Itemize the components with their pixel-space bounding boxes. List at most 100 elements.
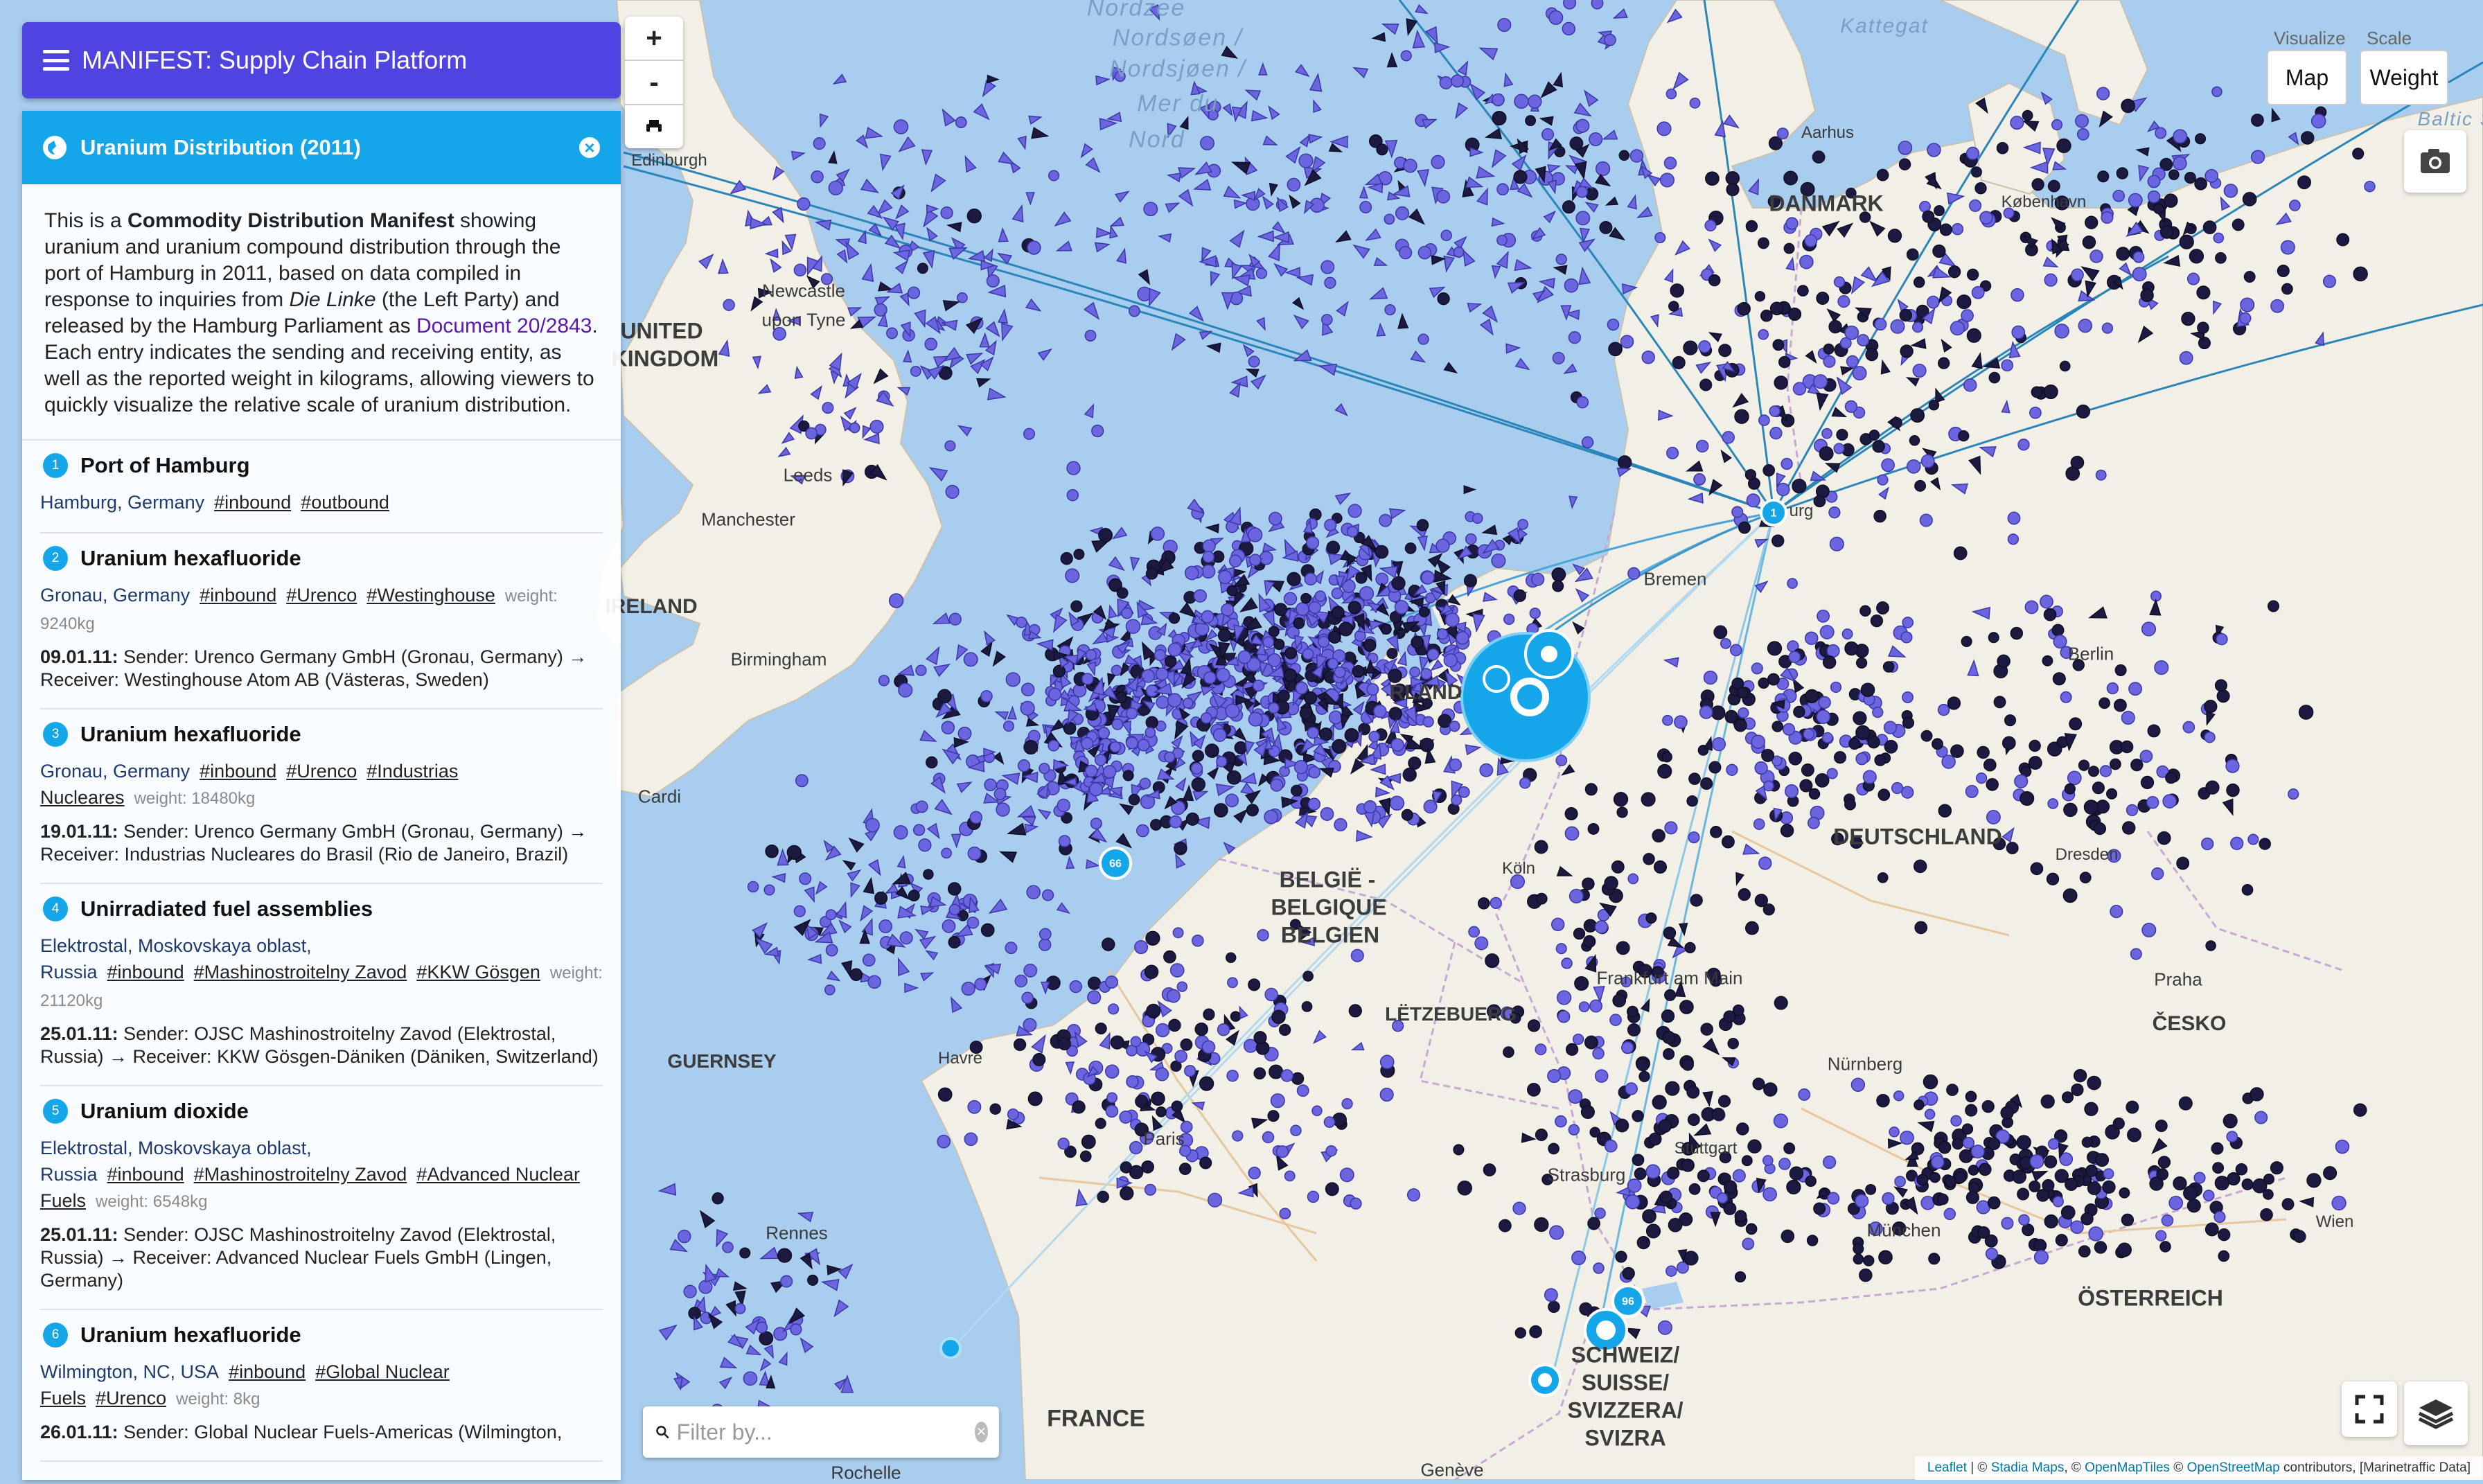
vessel-marker[interactable] <box>1937 703 1950 716</box>
vessel-marker[interactable] <box>1363 638 1377 652</box>
vessel-marker[interactable] <box>1174 842 1187 856</box>
vessel-marker[interactable] <box>2132 267 2147 282</box>
entry-title[interactable]: Uranium hexafluoride <box>80 1323 301 1348</box>
vessel-marker[interactable] <box>1703 670 1718 685</box>
vessel-marker[interactable] <box>2173 129 2188 144</box>
vessel-marker[interactable] <box>1729 644 1742 657</box>
vessel-marker[interactable] <box>1793 705 1805 718</box>
vessel-marker[interactable] <box>1722 431 1735 444</box>
vessel-marker[interactable] <box>1267 1110 1280 1122</box>
entry-tag[interactable]: #Urenco <box>96 1388 166 1408</box>
vessel-marker[interactable] <box>1804 631 1819 645</box>
vessel-marker[interactable] <box>1023 1018 1037 1032</box>
vessel-marker[interactable] <box>1906 459 1921 474</box>
vessel-marker[interactable] <box>1936 1193 1949 1205</box>
vessel-marker[interactable] <box>1695 439 1709 453</box>
vessel-marker[interactable] <box>1658 1119 1672 1133</box>
vessel-marker[interactable] <box>2157 1156 2171 1169</box>
vessel-marker[interactable] <box>2240 297 2255 312</box>
vessel-marker[interactable] <box>1668 301 1679 312</box>
vessel-marker[interactable] <box>2214 1210 2226 1224</box>
vessel-marker[interactable] <box>1065 568 1080 583</box>
vessel-marker[interactable] <box>2029 1180 2041 1192</box>
vessel-marker[interactable] <box>1376 143 1388 156</box>
vessel-marker[interactable] <box>1922 210 1935 223</box>
vessel-marker[interactable] <box>1865 1183 1877 1195</box>
vessel-marker[interactable] <box>2153 203 2164 215</box>
vessel-marker[interactable] <box>1878 1250 1893 1265</box>
vessel-marker[interactable] <box>1776 127 1789 140</box>
vessel-marker[interactable] <box>1465 533 1477 545</box>
vessel-marker[interactable] <box>1723 1180 1738 1194</box>
vessel-marker[interactable] <box>1453 1144 1465 1156</box>
vessel-marker[interactable] <box>1373 704 1387 718</box>
vessel-marker[interactable] <box>1456 630 1469 645</box>
vessel-marker[interactable] <box>2243 271 2256 283</box>
vessel-marker[interactable] <box>984 778 997 792</box>
vessel-marker[interactable] <box>1784 784 1799 799</box>
vessel-marker[interactable] <box>1556 990 1572 1005</box>
vessel-marker[interactable] <box>2216 633 2228 646</box>
vessel-marker[interactable] <box>2280 240 2295 255</box>
vessel-marker[interactable] <box>1267 653 1282 667</box>
vessel-marker[interactable] <box>955 116 967 129</box>
vessel-marker[interactable] <box>2202 220 2217 234</box>
vessel-marker[interactable] <box>1821 427 1832 439</box>
vessel-marker[interactable] <box>1468 926 1480 938</box>
vessel-marker[interactable] <box>1833 443 1845 454</box>
vessel-marker[interactable] <box>811 170 824 184</box>
vessel-marker[interactable] <box>1574 975 1589 991</box>
vessel-marker[interactable] <box>1154 648 1167 662</box>
entry-tag[interactable]: #inbound <box>200 585 276 606</box>
vessel-marker[interactable] <box>2336 233 2350 247</box>
vessel-marker[interactable] <box>2198 337 2211 350</box>
vessel-marker[interactable] <box>2043 384 2058 400</box>
vessel-marker[interactable] <box>893 119 909 134</box>
vessel-marker[interactable] <box>1167 642 1182 657</box>
vessel-marker[interactable] <box>1965 146 1980 161</box>
vessel-marker[interactable] <box>918 838 932 852</box>
vessel-marker[interactable] <box>1527 1083 1541 1097</box>
vessel-marker[interactable] <box>1961 635 1972 647</box>
vessel-marker[interactable] <box>1226 1069 1239 1082</box>
vessel-marker[interactable] <box>813 137 826 150</box>
vessel-marker[interactable] <box>1771 534 1785 547</box>
vessel-marker[interactable] <box>937 1087 953 1102</box>
vessel-marker[interactable] <box>1773 1113 1789 1129</box>
vessel-marker[interactable] <box>1627 567 1641 580</box>
vessel-marker[interactable] <box>1572 1033 1584 1045</box>
vessel-marker[interactable] <box>1699 705 1713 719</box>
vessel-marker[interactable] <box>1057 798 1070 813</box>
vessel-marker[interactable] <box>1151 1091 1165 1106</box>
vessel-marker[interactable] <box>799 872 812 885</box>
filter-input[interactable] <box>669 1419 975 1445</box>
vessel-marker[interactable] <box>1417 333 1429 345</box>
vessel-marker[interactable] <box>1826 644 1840 658</box>
vessel-marker[interactable] <box>2121 710 2135 725</box>
vessel-marker[interactable] <box>797 197 811 211</box>
vessel-marker[interactable] <box>1800 182 1815 197</box>
vessel-marker[interactable] <box>1391 576 1406 590</box>
vessel-marker[interactable] <box>1657 763 1672 779</box>
vessel-marker[interactable] <box>1178 1163 1192 1175</box>
vessel-marker[interactable] <box>2051 624 2065 637</box>
vessel-marker[interactable] <box>1966 268 1979 281</box>
vessel-marker[interactable] <box>937 1134 951 1149</box>
vessel-marker[interactable] <box>2331 1195 2347 1211</box>
vessel-marker[interactable] <box>1819 624 1835 639</box>
vessel-marker[interactable] <box>1426 648 1440 661</box>
vessel-marker[interactable] <box>1225 793 1239 808</box>
vessel-marker[interactable] <box>1822 1155 1837 1169</box>
entry-tag[interactable]: #inbound <box>214 492 291 513</box>
vessel-marker[interactable] <box>1270 1093 1285 1108</box>
entry-tag[interactable]: #Mashinostroitelny Zavod <box>194 1164 407 1185</box>
vessel-marker[interactable] <box>1762 1187 1777 1202</box>
vessel-marker[interactable] <box>2053 634 2067 649</box>
vessel-marker[interactable] <box>1767 641 1783 656</box>
vessel-marker[interactable] <box>1641 350 1655 364</box>
vessel-marker[interactable] <box>1881 458 1895 472</box>
vessel-marker[interactable] <box>1264 809 1279 824</box>
vessel-marker[interactable] <box>2155 1120 2168 1132</box>
vessel-marker[interactable] <box>1928 400 1940 411</box>
vessel-marker[interactable] <box>1169 963 1185 978</box>
